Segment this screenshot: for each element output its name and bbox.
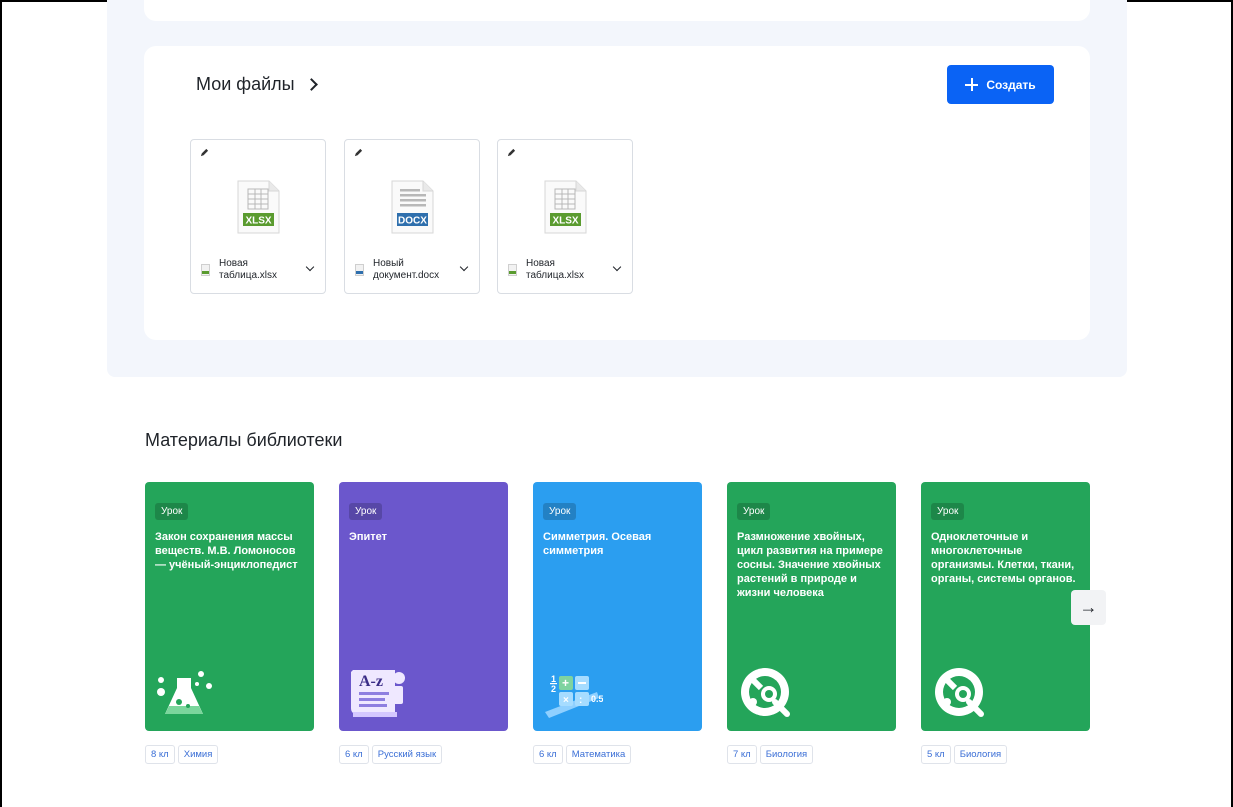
xlsx-file-icon: XLSX xyxy=(237,180,280,234)
card-tags: 6 кл Русский язык xyxy=(339,745,443,764)
lesson-title: Закон сохранения массы веществ. М.В. Лом… xyxy=(155,531,298,571)
file-tile[interactable]: XLSX Новая таблица.xlsx xyxy=(190,139,326,294)
chevron-down-icon[interactable] xyxy=(459,262,469,272)
lesson-title: Симметрия. Осевая симметрия xyxy=(543,531,652,557)
docx-mini-icon xyxy=(355,264,364,276)
lesson-title: Размножение хвойных, цикл развития на пр… xyxy=(737,531,883,599)
svg-text:0.5: 0.5 xyxy=(591,694,603,704)
lesson-title: Одноклеточные и многоклеточные организмы… xyxy=(931,531,1076,585)
arrow-right-icon: → xyxy=(1079,597,1098,617)
previous-section-card xyxy=(144,0,1090,21)
svg-text:+: + xyxy=(562,676,569,690)
create-button[interactable]: Создать xyxy=(947,65,1054,104)
chevron-down-icon[interactable] xyxy=(305,262,315,272)
lesson-badge: Урок xyxy=(155,503,189,520)
lesson-card[interactable]: Урок Одноклеточные и многоклеточные орга… xyxy=(921,482,1090,731)
card-tags: 5 кл Биология xyxy=(921,745,1008,764)
carousel-next-button[interactable]: → xyxy=(1071,590,1106,625)
lesson-badge: Урок xyxy=(543,503,577,520)
svg-text:×: × xyxy=(563,695,569,706)
xlsx-file-icon: XLSX xyxy=(544,180,587,234)
docx-file-icon: DOCX xyxy=(391,180,434,234)
xlsx-mini-icon xyxy=(508,264,517,276)
subject-tag[interactable]: Математика xyxy=(565,745,632,764)
plus-icon xyxy=(965,78,979,91)
grade-tag[interactable]: 5 кл xyxy=(921,745,951,764)
lesson-title: Эпитет xyxy=(349,531,387,543)
grade-tag[interactable]: 6 кл xyxy=(533,745,563,764)
chevron-right-icon xyxy=(304,78,318,91)
grade-tag[interactable]: 6 кл xyxy=(339,745,369,764)
my-files-title: Мои файлы xyxy=(196,74,295,94)
subject-tag[interactable]: Биология xyxy=(759,745,814,764)
lesson-badge: Урок xyxy=(737,503,771,520)
create-label: Создать xyxy=(986,77,1036,92)
svg-text:DOCX: DOCX xyxy=(398,216,427,227)
dictionary-icon: A-z xyxy=(351,670,405,717)
pencil-icon[interactable] xyxy=(354,148,363,157)
xlsx-mini-icon xyxy=(201,264,210,276)
file-tile[interactable]: XLSX Новая таблица.xlsx xyxy=(497,139,633,294)
microscope-icon xyxy=(741,668,790,717)
pencil-icon[interactable] xyxy=(200,148,209,157)
svg-text:1: 1 xyxy=(551,674,556,684)
subject-tag[interactable]: Химия xyxy=(177,745,219,764)
lesson-card[interactable]: Урок Закон сохранения массы веществ. М.В… xyxy=(145,482,314,731)
subject-tag[interactable]: Биология xyxy=(953,745,1008,764)
card-tags: 7 кл Биология xyxy=(727,745,814,764)
microscope-icon xyxy=(935,668,984,717)
svg-text::: : xyxy=(579,695,582,706)
lesson-card[interactable]: Урок Эпитет A-z xyxy=(339,482,508,731)
library-title: Материалы библиотеки xyxy=(145,430,343,450)
subject-tag[interactable]: Русский язык xyxy=(371,745,443,764)
svg-text:XLSX: XLSX xyxy=(552,216,578,227)
grade-tag[interactable]: 8 кл xyxy=(145,745,175,764)
card-tags: 8 кл Химия xyxy=(145,745,219,764)
grade-tag[interactable]: 7 кл xyxy=(727,745,757,764)
svg-text:XLSX: XLSX xyxy=(245,216,271,227)
my-files-link[interactable]: Мои файлы xyxy=(196,74,318,95)
lesson-card[interactable]: Урок Симметрия. Осевая симметрия 1 2 + ×… xyxy=(533,482,702,731)
svg-text:A-z: A-z xyxy=(359,673,383,690)
card-tags: 6 кл Математика xyxy=(533,745,632,764)
lesson-badge: Урок xyxy=(931,503,965,520)
svg-text:2: 2 xyxy=(551,684,556,694)
flask-icon xyxy=(157,671,212,714)
file-name: Новая таблица.xlsx xyxy=(219,258,278,281)
chevron-down-icon[interactable] xyxy=(612,262,622,272)
lesson-badge: Урок xyxy=(349,503,383,520)
file-tile[interactable]: DOCX Новый документ.docx xyxy=(344,139,480,294)
file-name: Новая таблица.xlsx xyxy=(526,258,585,281)
pencil-icon[interactable] xyxy=(507,148,516,157)
lesson-card[interactable]: Урок Размножение хвойных, цикл развития … xyxy=(727,482,896,731)
math-icon: 1 2 + × : 0.5 xyxy=(545,674,603,718)
file-name: Новый документ.docx xyxy=(373,258,440,281)
